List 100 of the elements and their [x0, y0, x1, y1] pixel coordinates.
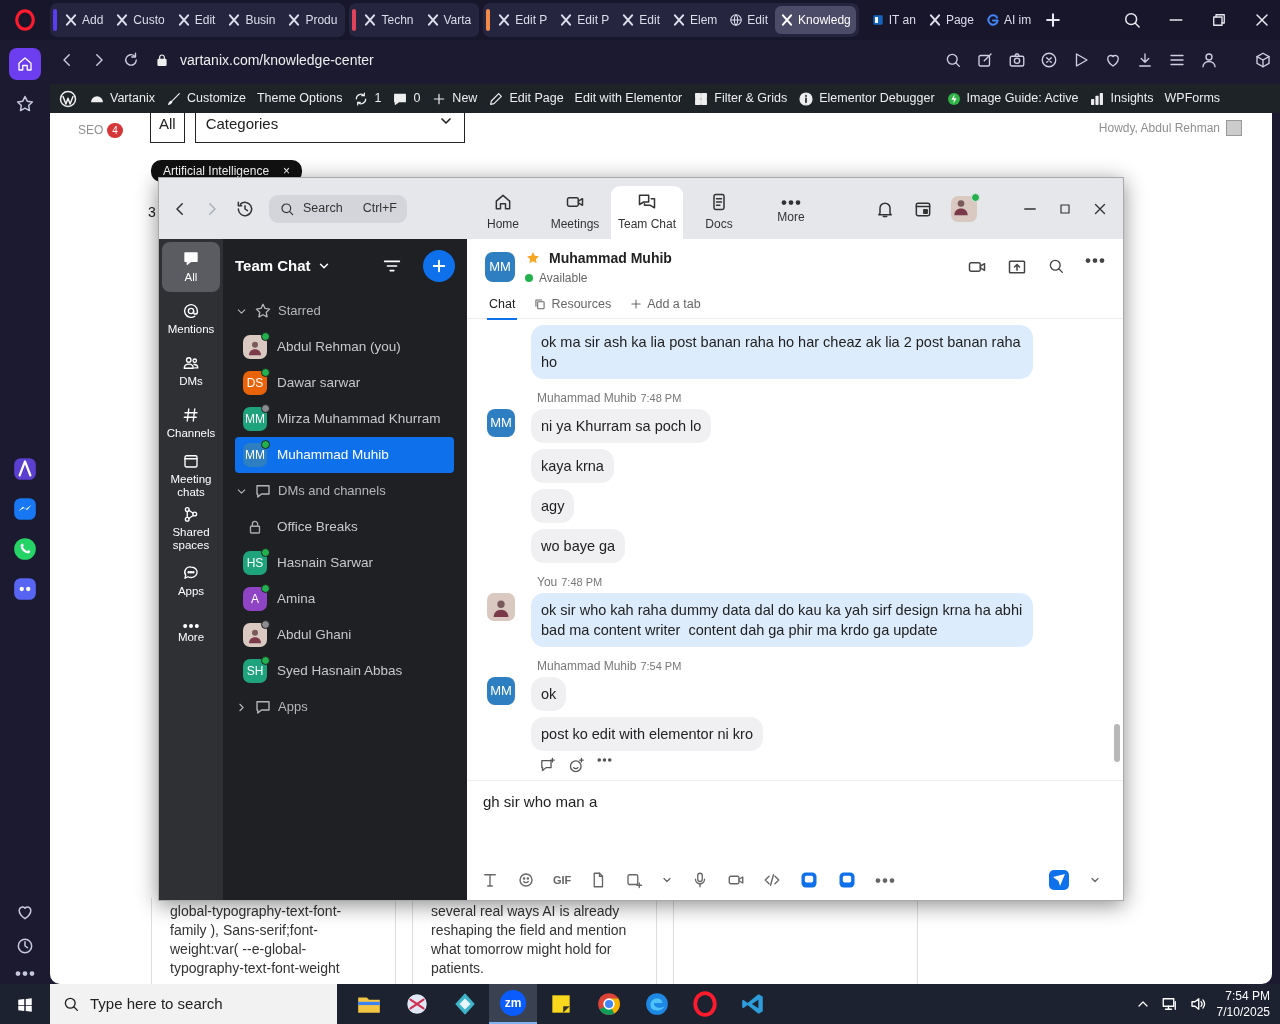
clock-icon[interactable]	[15, 936, 35, 956]
admin-bar-link[interactable]: Elementor Debugger	[819, 89, 935, 108]
clock-date[interactable]: 7/10/2025	[1216, 1004, 1270, 1020]
top-tab[interactable]: Team Chat	[611, 186, 683, 239]
chat-list-item[interactable]: MM Mirza Muhammad Khurram	[235, 401, 454, 437]
whatsapp-icon[interactable]	[12, 536, 38, 562]
rail-tab[interactable]: Meeting chats	[162, 450, 220, 501]
admin-bar-link[interactable]: New	[452, 89, 478, 108]
new-chat-button[interactable]	[423, 250, 455, 282]
windows-logo-icon[interactable]	[16, 995, 34, 1014]
taskbar-app[interactable]: zm	[489, 984, 537, 1024]
chat-list-item[interactable]: SH Syed Hasnain Abbas	[235, 653, 454, 689]
browser-tab[interactable]: IT an	[865, 6, 921, 34]
profile-icon[interactable]	[1200, 51, 1218, 69]
browser-tab[interactable]: AI im	[980, 6, 1037, 34]
section-header[interactable]: Starred	[235, 293, 321, 329]
screenshot-icon[interactable]	[625, 871, 644, 889]
rail-tab[interactable]: More	[162, 608, 220, 658]
taskbar-search-field[interactable]: Type here to search	[50, 984, 337, 1024]
discord-icon[interactable]	[12, 576, 38, 602]
admin-bar-link[interactable]: WPForms	[1164, 89, 1221, 108]
tab-group-marker[interactable]	[352, 9, 357, 31]
top-tab[interactable]: Home	[467, 186, 539, 239]
network-icon[interactable]	[1160, 995, 1179, 1013]
profile-avatar[interactable]	[951, 195, 977, 222]
restore-icon[interactable]	[1210, 11, 1228, 29]
browser-tab[interactable]: Edit	[724, 6, 774, 34]
home-button[interactable]	[9, 48, 41, 80]
gif-button[interactable]: GIF	[553, 871, 572, 889]
emoji-icon[interactable]	[517, 871, 535, 889]
more-icon[interactable]	[1085, 257, 1105, 263]
top-tab[interactable]: More	[755, 186, 827, 239]
chat-list-item[interactable]: Office Breaks	[235, 509, 454, 545]
section-header[interactable]: DMs and channels	[235, 473, 386, 509]
admin-bar-link[interactable]: Theme Options	[257, 89, 343, 108]
top-tab[interactable]: Meetings	[539, 186, 611, 239]
browser-tab[interactable]: Edit P	[492, 6, 553, 34]
messenger-icon[interactable]	[12, 496, 38, 522]
browser-tab[interactable]: Elem	[667, 6, 723, 34]
text-format-icon[interactable]	[481, 871, 499, 889]
app-icon[interactable]	[799, 870, 820, 890]
search-field[interactable]: Search Ctrl+F	[269, 194, 407, 223]
admin-bar-link[interactable]: Customize	[186, 89, 246, 108]
send-icon[interactable]	[1047, 868, 1071, 892]
tab-group-marker[interactable]	[486, 9, 491, 31]
add-emoji-icon[interactable]	[568, 757, 585, 774]
download-icon[interactable]	[1136, 51, 1154, 69]
rail-tab[interactable]: Shared spaces	[162, 503, 220, 554]
browser-tab[interactable]: Edit	[616, 6, 665, 34]
chat-tab[interactable]: Resources	[531, 295, 614, 318]
close-circle-icon[interactable]	[1040, 51, 1058, 69]
chat-list-item[interactable]: Abdul Rehman (you)	[235, 329, 454, 365]
browser-tab[interactable]: Page	[922, 6, 979, 34]
chat-tab[interactable]: Add a tab	[627, 295, 703, 318]
more-icon[interactable]	[597, 757, 612, 762]
browser-logo-icon[interactable]	[14, 9, 36, 31]
admin-bar-link[interactable]: Image Guide: Active	[966, 89, 1079, 108]
rail-tab[interactable]: Mentions	[162, 294, 220, 344]
browser-tab[interactable]: Varta	[420, 6, 477, 34]
rail-tab[interactable]: Apps	[162, 556, 220, 606]
admin-bar-link[interactable]: Insights	[1110, 89, 1154, 108]
rail-tab[interactable]: Channels	[162, 398, 220, 448]
admin-bar-link[interactable]: Edit Page	[509, 89, 564, 108]
chat-tab[interactable]: Chat	[487, 295, 518, 320]
speaker-icon[interactable]	[1188, 995, 1207, 1013]
cube-icon[interactable]	[1254, 51, 1272, 69]
camera-icon[interactable]	[1008, 51, 1026, 69]
rail-tab[interactable]: All	[162, 242, 220, 292]
more-icon[interactable]	[15, 970, 35, 976]
scrollbar-thumb[interactable]	[1114, 724, 1120, 762]
wordpress-logo-icon[interactable]	[58, 88, 78, 109]
admin-bar-link[interactable]: Vartanix	[110, 89, 155, 108]
edit-icon[interactable]	[976, 51, 994, 69]
list-title[interactable]: Team Chat	[235, 254, 311, 278]
filter-tab[interactable]: All	[150, 113, 185, 143]
search-icon[interactable]	[1122, 10, 1142, 30]
search-icon[interactable]	[944, 51, 962, 69]
tab-group-marker[interactable]	[53, 9, 57, 31]
top-tab[interactable]: Docs	[683, 186, 755, 239]
star-icon[interactable]	[525, 250, 541, 266]
chat-list-item[interactable]: MM Muhammad Muhib	[235, 437, 454, 473]
admin-bar-link[interactable]: Filter & Grids	[714, 89, 788, 108]
admin-bar-link[interactable]: 1	[374, 89, 382, 108]
search-icon[interactable]	[1047, 257, 1065, 275]
chat-list-item[interactable]: Abdul Ghani	[235, 617, 454, 653]
chat-list-item[interactable]: HS Hasnain Sarwar	[235, 545, 454, 581]
browser-tab[interactable]: Add	[59, 6, 109, 34]
app-icon[interactable]	[837, 870, 858, 890]
admin-bar-link[interactable]: Edit with Elementor	[574, 89, 683, 108]
chat-list-item[interactable]: DS Dawar sarwar	[235, 365, 454, 401]
more-icon[interactable]	[875, 877, 896, 883]
reply-icon[interactable]	[539, 757, 556, 774]
rail-tab[interactable]: DMs	[162, 346, 220, 396]
address-field[interactable]: vartanix.com/knowledge-center	[180, 49, 374, 71]
browser-tab[interactable]: Edit	[171, 6, 221, 34]
browser-tab[interactable]: Knowledg	[775, 6, 856, 34]
category-select[interactable]: Categories	[194, 113, 465, 143]
admin-bar-link[interactable]: 0	[413, 89, 421, 108]
code-icon[interactable]	[763, 871, 782, 889]
browser-tab[interactable]: Techn	[358, 6, 419, 34]
